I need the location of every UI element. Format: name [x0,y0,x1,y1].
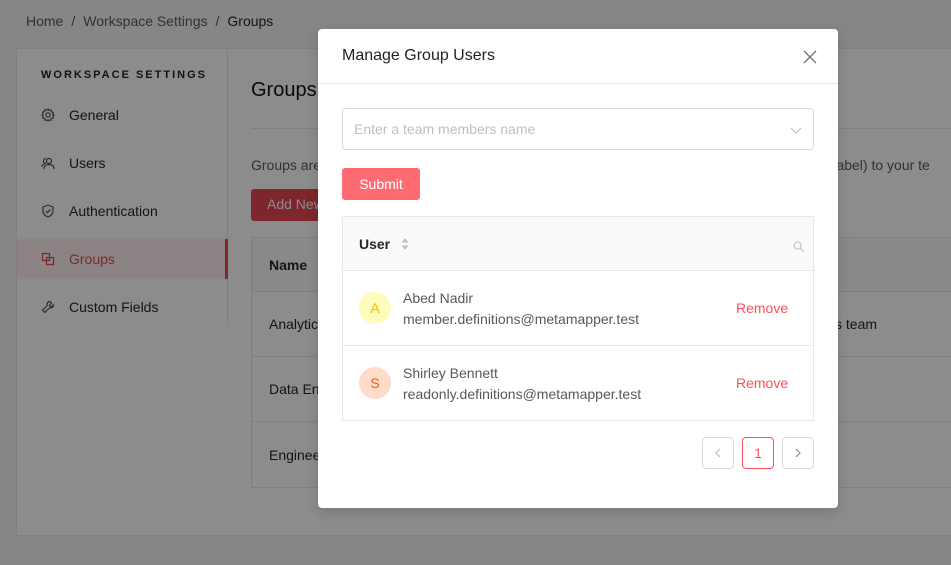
prev-page-button[interactable] [702,437,734,469]
user-email: readonly.definitions@metamapper.test [403,386,642,402]
page-1-button[interactable]: 1 [742,437,774,469]
user-column-header[interactable]: User [359,236,390,252]
avatar: A [359,292,391,324]
remove-user-button[interactable]: Remove [736,375,788,391]
modal-title: Manage Group Users [342,47,495,64]
table-row: A Abed Nadir member.definitions@metamapp… [343,271,813,346]
next-page-button[interactable] [782,437,814,469]
remove-user-button[interactable]: Remove [736,300,788,316]
manage-group-users-modal: Manage Group Users Enter a team members … [318,29,838,508]
users-table-header: User [343,217,813,271]
chevron-down-icon [790,123,802,139]
user-email: member.definitions@metamapper.test [403,311,639,327]
table-row: S Shirley Bennett readonly.definitions@m… [343,346,813,421]
search-icon[interactable] [793,239,804,255]
users-table: User A Abed Nadir member.definitions@met… [342,216,814,421]
avatar: S [359,367,391,399]
team-member-select[interactable]: Enter a team members name [342,108,814,150]
user-name: Abed Nadir [403,290,474,306]
close-icon[interactable] [802,49,818,65]
sort-icon[interactable] [401,237,409,254]
submit-button[interactable]: Submit [342,168,420,200]
modal-header: Manage Group Users [318,29,838,84]
user-name: Shirley Bennett [403,365,498,381]
select-placeholder: Enter a team members name [354,121,536,137]
